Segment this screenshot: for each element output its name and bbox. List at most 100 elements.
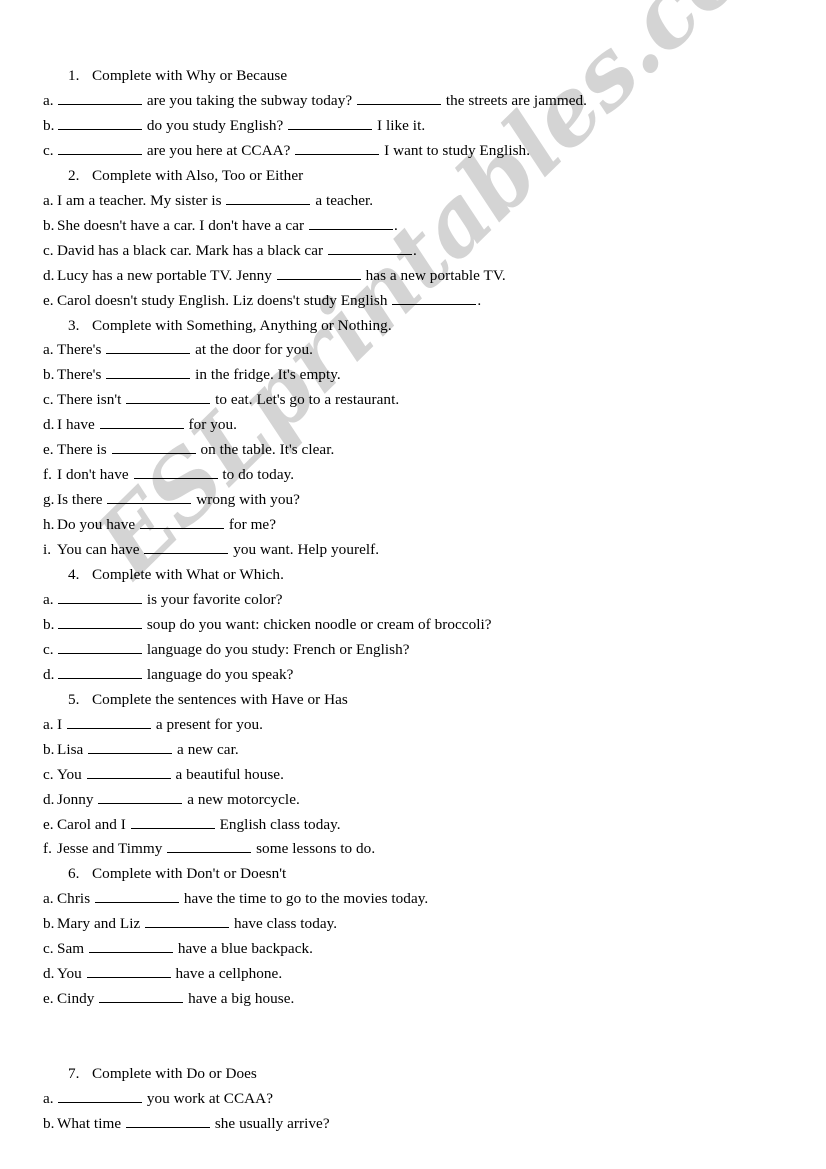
item-text: language do you study: French or English… — [143, 640, 410, 658]
item-text: at the door for you. — [191, 341, 313, 359]
answer-blank[interactable] — [95, 890, 180, 904]
exercise-number: 4. — [68, 566, 80, 583]
answer-blank[interactable] — [98, 790, 183, 804]
item-text: I have — [57, 416, 99, 434]
answer-blank[interactable] — [66, 715, 151, 729]
answer-blank[interactable] — [106, 366, 191, 380]
item-text: What time — [57, 1114, 125, 1132]
answer-blank[interactable] — [58, 590, 142, 604]
item-letter: b. — [43, 915, 55, 933]
item-text: soup do you want: chicken noodle or crea… — [143, 615, 492, 633]
item-text: Do you have — [57, 516, 140, 534]
item-letter: d. — [43, 790, 55, 808]
item-letter: a. — [43, 890, 54, 908]
exercise-number: 6. — [68, 865, 80, 883]
item-text: to eat. Let's go to a restaurant. — [211, 391, 400, 409]
exercise-item: b. Mary and Liz have class today. — [43, 914, 337, 933]
answer-blank[interactable] — [392, 291, 477, 305]
exercise-heading: 6. Complete with Don't or Doesn't — [68, 864, 286, 883]
exercise-item: a. Chris have the time to go to the movie… — [43, 889, 428, 908]
answer-blank[interactable] — [276, 266, 361, 280]
exercise-number: 2. — [68, 166, 80, 184]
item-letter: e. — [43, 441, 54, 459]
answer-blank[interactable] — [145, 915, 230, 929]
answer-blank[interactable] — [86, 965, 171, 979]
answer-blank[interactable] — [140, 516, 225, 530]
item-letter: c. — [43, 241, 54, 259]
answer-blank[interactable] — [130, 815, 215, 829]
exercise-heading: 1. Complete with Why or Because — [68, 66, 287, 85]
item-text: There's — [57, 366, 106, 384]
item-text: a teacher. — [311, 191, 374, 209]
answer-blank[interactable] — [144, 541, 229, 555]
worksheet-page: ESLprintables.com 1. Complete with Why or… — [0, 0, 826, 1169]
exercise-item: h. Do you have for me? — [43, 515, 276, 534]
item-letter: a. — [43, 191, 54, 209]
item-text: for you. — [184, 416, 238, 434]
item-text: a new motorcycle. — [183, 790, 300, 808]
exercise-item: c. Sam have a blue backpack. — [43, 939, 313, 958]
exercise-item: f. I don't have to do today. — [43, 465, 294, 484]
answer-blank[interactable] — [167, 840, 252, 854]
answer-blank[interactable] — [58, 1089, 142, 1103]
answer-blank[interactable] — [308, 216, 393, 230]
exercise-heading: 4. Complete with What or Which. — [68, 565, 284, 584]
answer-blank[interactable] — [99, 416, 184, 430]
item-text: Sam — [57, 940, 88, 958]
item-text: the streets are jammed. — [442, 91, 587, 109]
answer-blank[interactable] — [58, 640, 142, 654]
exercise-item: a. is your favorite color? — [43, 590, 283, 609]
answer-blank[interactable] — [125, 1114, 210, 1128]
answer-blank[interactable] — [295, 141, 380, 155]
answer-blank[interactable] — [58, 665, 142, 679]
item-text: . — [412, 241, 417, 259]
item-text: She doesn't have a car. I don't have a c… — [57, 216, 308, 234]
exercise-item: d. I have for you. — [43, 415, 237, 434]
exercise-instruction: Complete with Why or Because — [92, 67, 288, 84]
answer-blank[interactable] — [58, 141, 142, 155]
answer-blank[interactable] — [106, 341, 191, 355]
answer-blank[interactable] — [111, 441, 196, 455]
item-letter: b. — [43, 216, 55, 234]
item-text: I like it. — [373, 116, 426, 134]
item-text: Jonny — [57, 790, 98, 808]
answer-blank[interactable] — [89, 940, 173, 954]
answer-blank[interactable] — [126, 391, 211, 405]
exercise-instruction: Complete with Do or Does — [92, 1065, 257, 1082]
answer-blank[interactable] — [288, 116, 373, 130]
exercise-item: c. are you here at CCAA? I want to study… — [43, 141, 530, 160]
answer-blank[interactable] — [58, 91, 142, 105]
item-text: has a new portable TV. — [361, 266, 506, 284]
item-letter: f. — [43, 840, 52, 858]
answer-blank[interactable] — [58, 615, 142, 629]
exercise-item: a. I a present for you. — [43, 715, 263, 734]
item-text: . — [393, 216, 398, 234]
answer-blank[interactable] — [357, 91, 441, 105]
item-text: do you study English? — [143, 116, 288, 134]
answer-blank[interactable] — [99, 990, 184, 1004]
exercise-number: 7. — [68, 1065, 80, 1082]
item-text: I am a teacher. My sister is — [57, 191, 226, 209]
item-text: There isn't — [57, 391, 126, 409]
item-letter: c. — [43, 640, 54, 658]
item-letter: c. — [43, 391, 54, 409]
exercise-item: b. Lisa a new car. — [43, 740, 239, 759]
answer-blank[interactable] — [226, 191, 311, 205]
answer-blank[interactable] — [58, 116, 142, 130]
item-text: You can have — [57, 541, 144, 559]
item-letter: c. — [43, 141, 54, 159]
item-text: some lessons to do. — [252, 840, 376, 858]
item-text: You — [57, 765, 86, 783]
item-text: she usually arrive? — [210, 1114, 330, 1132]
answer-blank[interactable] — [133, 466, 218, 480]
exercise-item: d. You have a cellphone. — [43, 964, 282, 983]
answer-blank[interactable] — [327, 241, 412, 255]
answer-blank[interactable] — [107, 491, 192, 505]
exercise-item: e. Cindy have a big house. — [43, 989, 294, 1008]
answer-blank[interactable] — [88, 740, 173, 754]
exercise-item: b. There's in the fridge. It's empty. — [43, 365, 341, 384]
item-text: on the table. It's clear. — [196, 441, 335, 459]
item-text: English class today. — [215, 815, 341, 833]
answer-blank[interactable] — [86, 765, 171, 779]
exercise-heading: 3. Complete with Something, Anything or N… — [68, 316, 392, 335]
